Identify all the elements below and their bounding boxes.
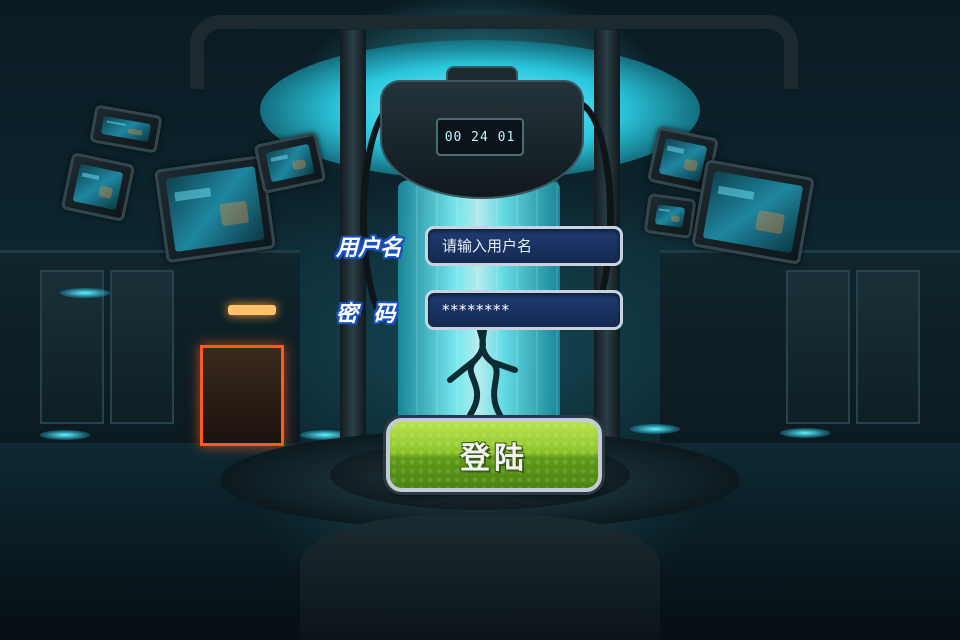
monitor-screen — [253, 131, 327, 195]
monitor-screen — [691, 159, 815, 265]
wall-panel — [856, 270, 920, 424]
wall-light — [40, 430, 90, 440]
pod-timer-display: 00 24 01 — [436, 118, 524, 156]
wall-panel — [786, 270, 850, 424]
tank-pedestal — [300, 515, 660, 640]
door-lamp — [228, 305, 276, 315]
login-button-label: 登陆 — [460, 441, 528, 476]
game-login-scene: 00 24 01 用户名 密 码 登陆 — [0, 0, 960, 640]
orange-door — [200, 345, 284, 446]
monitor-screen — [153, 154, 277, 264]
monitor-screen — [643, 192, 697, 240]
password-input[interactable] — [425, 290, 623, 330]
login-button[interactable]: 登陆 — [386, 418, 602, 492]
wall-light — [630, 424, 680, 434]
username-input[interactable] — [425, 226, 623, 266]
timer-text: 00 24 01 — [444, 129, 516, 145]
wall-panel — [110, 270, 174, 424]
wall-light — [780, 428, 830, 438]
monitor-screen — [89, 104, 163, 154]
username-label: 用户名 — [336, 236, 403, 261]
monitor-screen — [60, 151, 136, 223]
password-label: 密 码 — [336, 302, 396, 327]
wall-light — [60, 288, 110, 298]
